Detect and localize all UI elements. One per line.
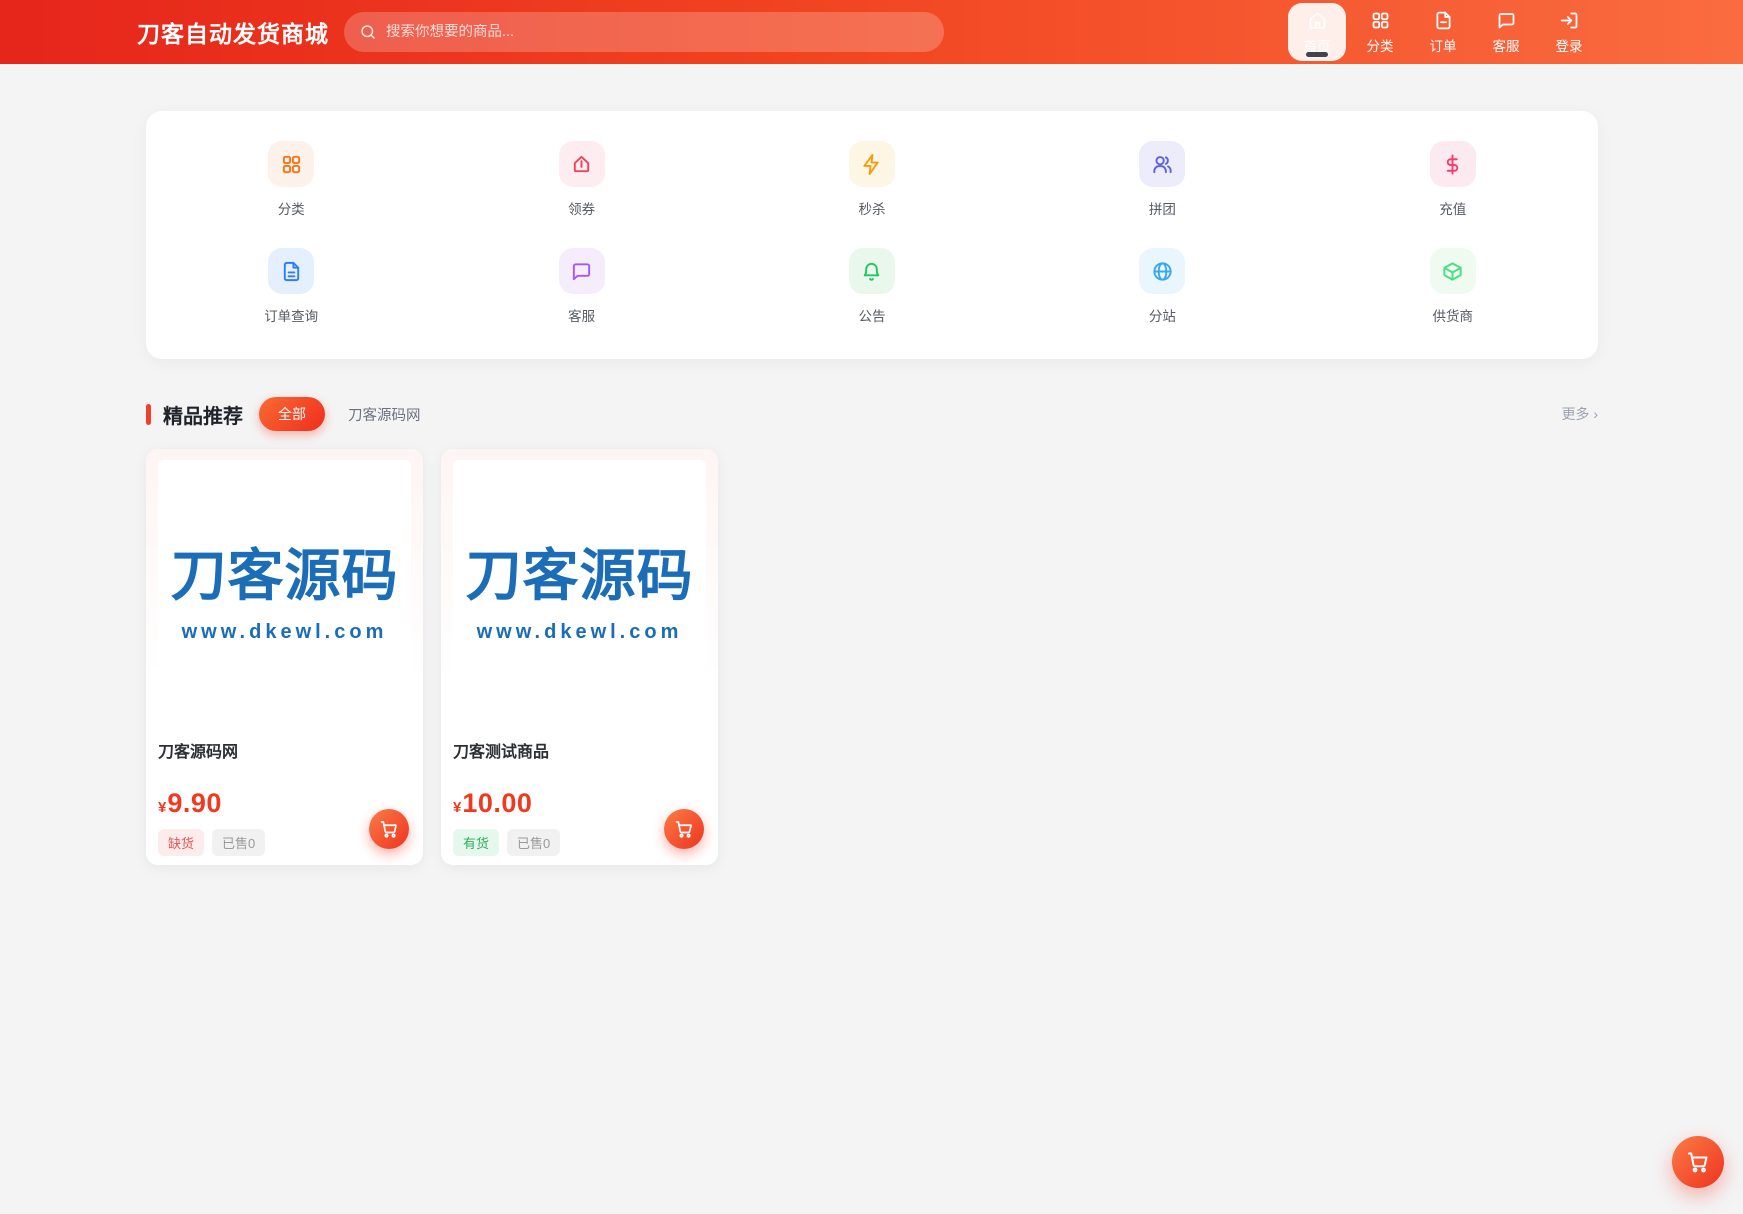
add-to-cart-button[interactable] (369, 809, 409, 849)
search-input[interactable] (386, 24, 929, 40)
chat-icon (570, 260, 593, 283)
product-image: 刀客源码 www.dkewl.com (158, 460, 411, 714)
header-nav: 首页 分类 订单 客服 登录 (1288, 3, 1598, 61)
quick-link-tile (848, 248, 895, 294)
nav-item-label: 登录 (1555, 38, 1583, 54)
cart-icon (1686, 1150, 1710, 1174)
product-price: ¥ 9.90 (158, 788, 411, 819)
quick-link[interactable]: 分类 (268, 141, 315, 218)
product-image-url-text: www.dkewl.com (181, 620, 388, 643)
nav-item-label: 分类 (1366, 38, 1394, 54)
quick-link-label: 领券 (568, 202, 596, 217)
chat-icon (1496, 10, 1517, 31)
price-amount: 9.90 (167, 788, 222, 818)
bell-icon (860, 260, 883, 283)
nav-item[interactable]: 订单 (1414, 3, 1472, 61)
floating-cart-button[interactable] (1672, 1136, 1724, 1188)
quick-link[interactable]: 分站 (1139, 248, 1186, 325)
search-icon (359, 23, 377, 41)
nav-item-label: 客服 (1492, 38, 1520, 54)
stock-badge: 有货 (453, 829, 500, 856)
cart-icon (379, 819, 399, 839)
quick-link-tile (848, 141, 895, 187)
currency-symbol: ¥ (158, 799, 167, 816)
quick-link[interactable]: 供货商 (1429, 248, 1476, 325)
quick-link-tile (268, 141, 315, 187)
coupon-icon (570, 153, 593, 176)
currency-symbol: ¥ (453, 799, 462, 816)
top-header: 刀客自动发货商城 首页 分类 订单 客服 (0, 0, 1743, 64)
quick-link-label: 秒杀 (858, 202, 886, 217)
login-icon (1559, 10, 1580, 31)
accent-bar (146, 403, 151, 425)
quick-link[interactable]: 公告 (848, 248, 895, 325)
home-icon (1307, 10, 1328, 31)
more-link[interactable]: 更多 › (1561, 404, 1598, 424)
product-card[interactable]: 刀客源码 www.dkewl.com 刀客源码网 ¥ 9.90 缺货 已售0 (146, 449, 423, 865)
quick-link[interactable]: 秒杀 (848, 141, 895, 218)
quick-link-label: 公告 (858, 309, 886, 324)
zap-icon (860, 153, 883, 176)
quick-link[interactable]: 拼团 (1139, 141, 1186, 218)
main-content: 分类 领券 秒杀 拼团 充值 订单查询 客服 公告 分站 供货商 精品推荐 全部… (146, 111, 1598, 865)
quick-link[interactable]: 客服 (558, 248, 605, 325)
nav-item[interactable]: 分类 (1351, 3, 1409, 61)
quick-link[interactable]: 领券 (558, 141, 605, 218)
product-price: ¥ 10.00 (453, 788, 706, 819)
nav-item[interactable]: 登录 (1540, 3, 1598, 61)
quick-link-tile (1139, 141, 1186, 187)
stock-badge: 缺货 (158, 829, 205, 856)
quick-link[interactable]: 充值 (1429, 141, 1476, 218)
users-icon (1151, 153, 1174, 176)
grid-icon (280, 153, 303, 176)
nav-item-label: 订单 (1429, 38, 1457, 54)
file-text-icon (280, 260, 303, 283)
cart-icon (674, 819, 694, 839)
price-amount: 10.00 (462, 788, 533, 818)
product-grid: 刀客源码 www.dkewl.com 刀客源码网 ¥ 9.90 缺货 已售0 刀… (146, 449, 1598, 865)
nav-item-label: 首页 (1303, 38, 1331, 54)
quick-link-label: 分类 (277, 202, 305, 217)
quick-link[interactable]: 订单查询 (264, 248, 318, 325)
product-image-url-text: www.dkewl.com (476, 620, 683, 643)
nav-item[interactable]: 首页 (1288, 3, 1346, 61)
dollar-icon (1441, 153, 1464, 176)
category-tab[interactable]: 刀客源码网 (346, 397, 423, 432)
quick-link-tile (1139, 248, 1186, 294)
section-header: 精品推荐 全部 刀客源码网 更多 › (146, 396, 1598, 432)
add-to-cart-button[interactable] (664, 809, 704, 849)
quick-link-label: 订单查询 (264, 309, 319, 324)
section-title: 精品推荐 (163, 405, 243, 428)
box-icon (1441, 260, 1464, 283)
quick-link-tile (558, 141, 605, 187)
category-tabs: 全部 刀客源码网 (259, 397, 423, 432)
nav-item[interactable]: 客服 (1477, 3, 1535, 61)
product-title: 刀客源码网 (158, 744, 239, 761)
grid-icon (1370, 10, 1391, 31)
quick-link-label: 分站 (1148, 309, 1176, 324)
sold-badge: 已售0 (507, 829, 561, 856)
quick-link-tile (1429, 248, 1476, 294)
quick-link-label: 拼团 (1148, 202, 1176, 217)
product-image-logo-text: 刀客源码 (170, 543, 399, 607)
sold-badge: 已售0 (212, 829, 266, 856)
quick-link-tile (268, 248, 315, 294)
quick-link-label: 供货商 (1432, 309, 1474, 324)
quick-link-label: 充值 (1439, 202, 1467, 217)
globe-icon (1151, 260, 1174, 283)
quick-link-label: 客服 (568, 309, 596, 324)
site-logo: 刀客自动发货商城 (137, 21, 329, 47)
file-icon (1433, 10, 1454, 31)
product-image: 刀客源码 www.dkewl.com (453, 460, 706, 714)
product-title: 刀客测试商品 (453, 744, 550, 761)
quick-links-panel: 分类 领券 秒杀 拼团 充值 订单查询 客服 公告 分站 供货商 (146, 111, 1598, 359)
product-image-logo-text: 刀客源码 (465, 543, 694, 607)
category-tab[interactable]: 全部 (259, 397, 325, 431)
product-card[interactable]: 刀客源码 www.dkewl.com 刀客测试商品 ¥ 10.00 有货 已售0 (441, 449, 718, 865)
quick-link-tile (558, 248, 605, 294)
quick-link-tile (1429, 141, 1476, 187)
search-bar[interactable] (344, 12, 944, 52)
